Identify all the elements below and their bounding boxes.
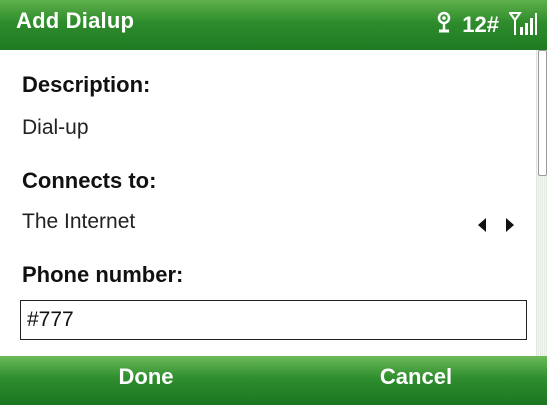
antenna-icon xyxy=(436,11,452,40)
window-title: Add Dialup xyxy=(16,8,135,33)
network-status-text: 12# xyxy=(462,12,499,37)
signal-strength-icon xyxy=(508,9,537,42)
description-label: Description: xyxy=(22,72,151,97)
scrollbar-thumb[interactable] xyxy=(538,50,547,176)
cancel-softkey[interactable]: Cancel xyxy=(316,364,516,390)
title-bar: Add Dialup 12# xyxy=(0,0,547,50)
scrollbar[interactable] xyxy=(536,50,547,356)
connects-to-label: Connects to: xyxy=(22,168,157,193)
connects-to-value[interactable]: The Internet xyxy=(22,210,135,234)
done-softkey[interactable]: Done xyxy=(46,364,246,390)
description-value[interactable]: Dial-up xyxy=(22,116,89,140)
phone-number-value: #777 xyxy=(27,308,74,331)
softkey-bar: Done Cancel xyxy=(0,356,547,405)
status-area: 12# xyxy=(436,8,537,42)
phone-number-label: Phone number: xyxy=(22,262,184,287)
form-content: Description: Dial-up Connects to: The In… xyxy=(0,50,536,356)
left-right-arrows-icon[interactable] xyxy=(478,216,514,234)
phone-number-input[interactable]: #777 xyxy=(20,300,527,340)
